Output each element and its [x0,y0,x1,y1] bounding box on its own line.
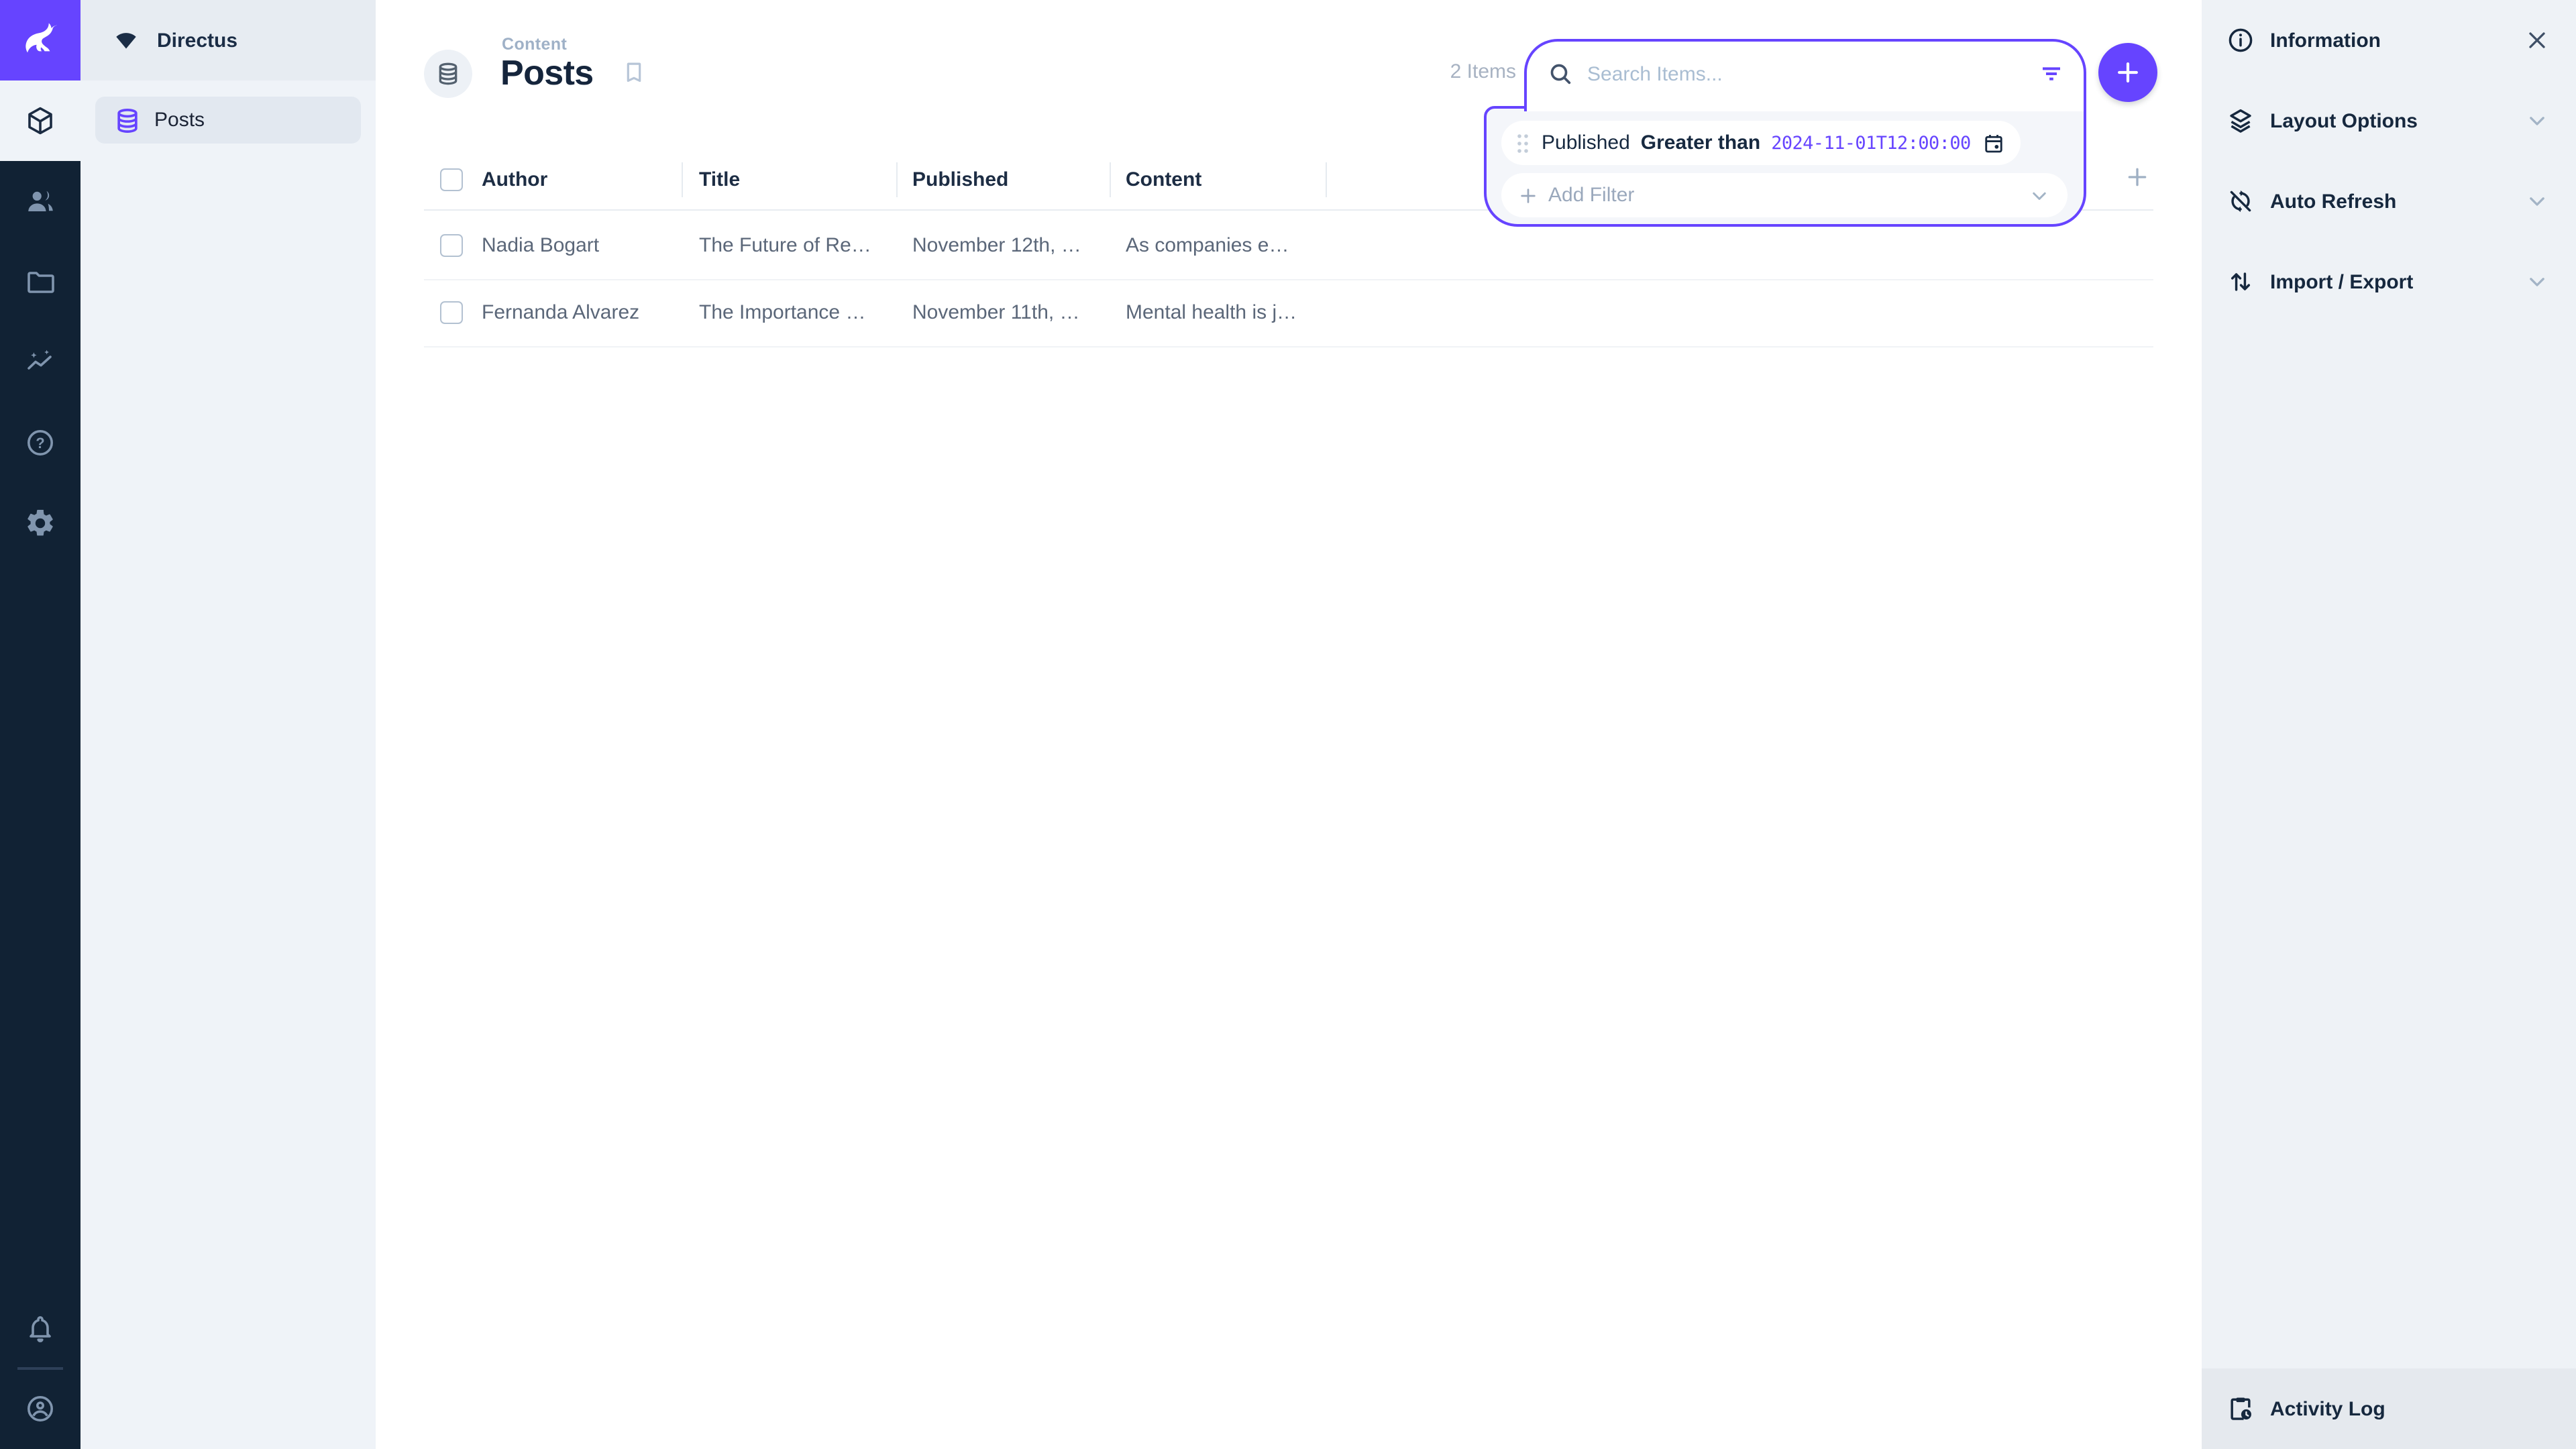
svg-text:?: ? [36,435,44,451]
filter-operator[interactable]: Greater than [1641,131,1760,154]
column-resize-handle[interactable] [896,162,898,197]
sync-disabled-icon [2226,186,2255,216]
filter-list-icon[interactable] [2038,60,2065,87]
items-count: 2 Items [1355,60,1516,83]
table-row[interactable]: Fernanda Alvarez The Importance … Novemb… [424,278,2153,347]
notifications-button[interactable] [0,1288,80,1368]
row-checkbox[interactable] [440,301,463,323]
connection-wedge-icon [113,27,140,54]
search-bar[interactable]: Search Items... [1524,39,2086,111]
activity-log-button[interactable]: Activity Log [2202,1368,2576,1449]
add-filter-label: Add Filter [1548,184,1634,207]
cell-published: November 11th, … [912,301,1080,323]
row-checkbox[interactable] [440,233,463,256]
add-filter-button[interactable]: Add Filter [1501,173,2068,217]
nav-item-label: Posts [154,109,205,131]
cell-author: Fernanda Alvarez [482,301,639,323]
filter-rule[interactable]: Published Greater than 2024-11-01T12:00:… [1501,121,2021,165]
sidebar-section-layout-options[interactable]: Layout Options [2202,80,2576,161]
chevron-down-icon [2524,188,2551,215]
activity-log-icon [2226,1394,2255,1424]
cell-author: Nadia Bogart [482,233,599,256]
database-icon [113,105,142,135]
collection-icon-circle [424,50,472,98]
add-column-button[interactable] [2124,164,2151,191]
select-all-checkbox[interactable] [440,168,463,191]
settings-module-icon [24,507,56,539]
cell-published: November 12th, … [912,233,1081,256]
activity-log-label: Activity Log [2270,1397,2385,1420]
module-settings[interactable] [0,483,80,564]
cell-content: As companies e… [1126,233,1289,256]
drag-handle-icon[interactable] [1515,132,1531,154]
chevron-down-icon [2027,183,2051,207]
plus-icon [2113,58,2143,87]
cell-content: Mental health is j… [1126,301,1297,323]
sidebar-section-label: Import / Export [2270,270,2413,293]
sidebar-section-label: Information [2270,29,2381,52]
bookmark-button[interactable] [621,59,647,85]
add-item-button[interactable] [2098,43,2157,102]
users-module-icon [24,185,56,217]
project-name: Directus [157,29,237,52]
directus-logo-button[interactable] [0,0,80,80]
cell-title: The Future of Re… [699,233,871,256]
project-header[interactable]: Directus [80,0,376,80]
column-resize-handle[interactable] [682,162,683,197]
column-header-published[interactable]: Published [912,168,1008,191]
column-resize-handle[interactable] [1326,162,1327,197]
sidebar-section-import-export[interactable]: Import / Export [2202,241,2576,322]
layers-icon [2226,106,2255,136]
column-header-author[interactable]: Author [482,168,547,191]
user-avatar-icon [24,1393,56,1425]
navigation-sidebar: Directus Posts [80,0,376,1449]
import-export-icon [2226,267,2255,297]
calendar-icon[interactable] [1982,131,2006,155]
chevron-down-icon [2524,268,2551,295]
help-module-icon: ? [24,427,56,459]
module-files[interactable] [0,241,80,322]
content-module-icon [24,105,56,137]
plus-icon [1517,184,1539,206]
sidebar-section-information[interactable]: Information [2202,0,2576,80]
database-icon [435,60,462,87]
module-help[interactable]: ? [0,402,80,483]
column-resize-handle[interactable] [1110,162,1111,197]
insights-module-icon [24,346,56,378]
close-icon[interactable] [2524,27,2551,54]
filter-panel: Published Greater than 2024-11-01T12:00:… [1484,106,2086,227]
user-menu-button[interactable] [0,1368,80,1449]
info-sidebar: Information Layout Options Auto Refresh [2202,0,2576,1449]
info-icon [2226,25,2255,55]
bookmark-icon [621,59,647,85]
cell-title: The Importance … [699,301,865,323]
main-content: Content Posts 2 Items Search Items... [376,0,2202,1449]
module-users[interactable] [0,161,80,241]
search-input[interactable]: Search Items... [1587,62,2025,85]
breadcrumb[interactable]: Content [502,35,567,54]
module-insights[interactable] [0,322,80,402]
files-module-icon [24,266,56,298]
sidebar-item-posts[interactable]: Posts [95,97,361,144]
module-bar: ? [0,0,80,1449]
filter-value[interactable]: 2024-11-01T12:00:00 [1771,132,1970,154]
module-content[interactable] [0,80,80,161]
column-header-title[interactable]: Title [699,168,740,191]
directus-rabbit-icon [17,17,63,63]
column-header-content[interactable]: Content [1126,168,1201,191]
page-title: Posts [500,52,594,94]
sidebar-section-label: Layout Options [2270,109,2418,132]
notifications-bell-icon [24,1312,56,1344]
filter-field[interactable]: Published [1542,131,1630,154]
sidebar-section-auto-refresh[interactable]: Auto Refresh [2202,161,2576,241]
directus-app: ? Directus [0,0,2576,1449]
chevron-down-icon [2524,107,2551,134]
sidebar-section-label: Auto Refresh [2270,190,2396,213]
search-icon [1547,60,1574,87]
